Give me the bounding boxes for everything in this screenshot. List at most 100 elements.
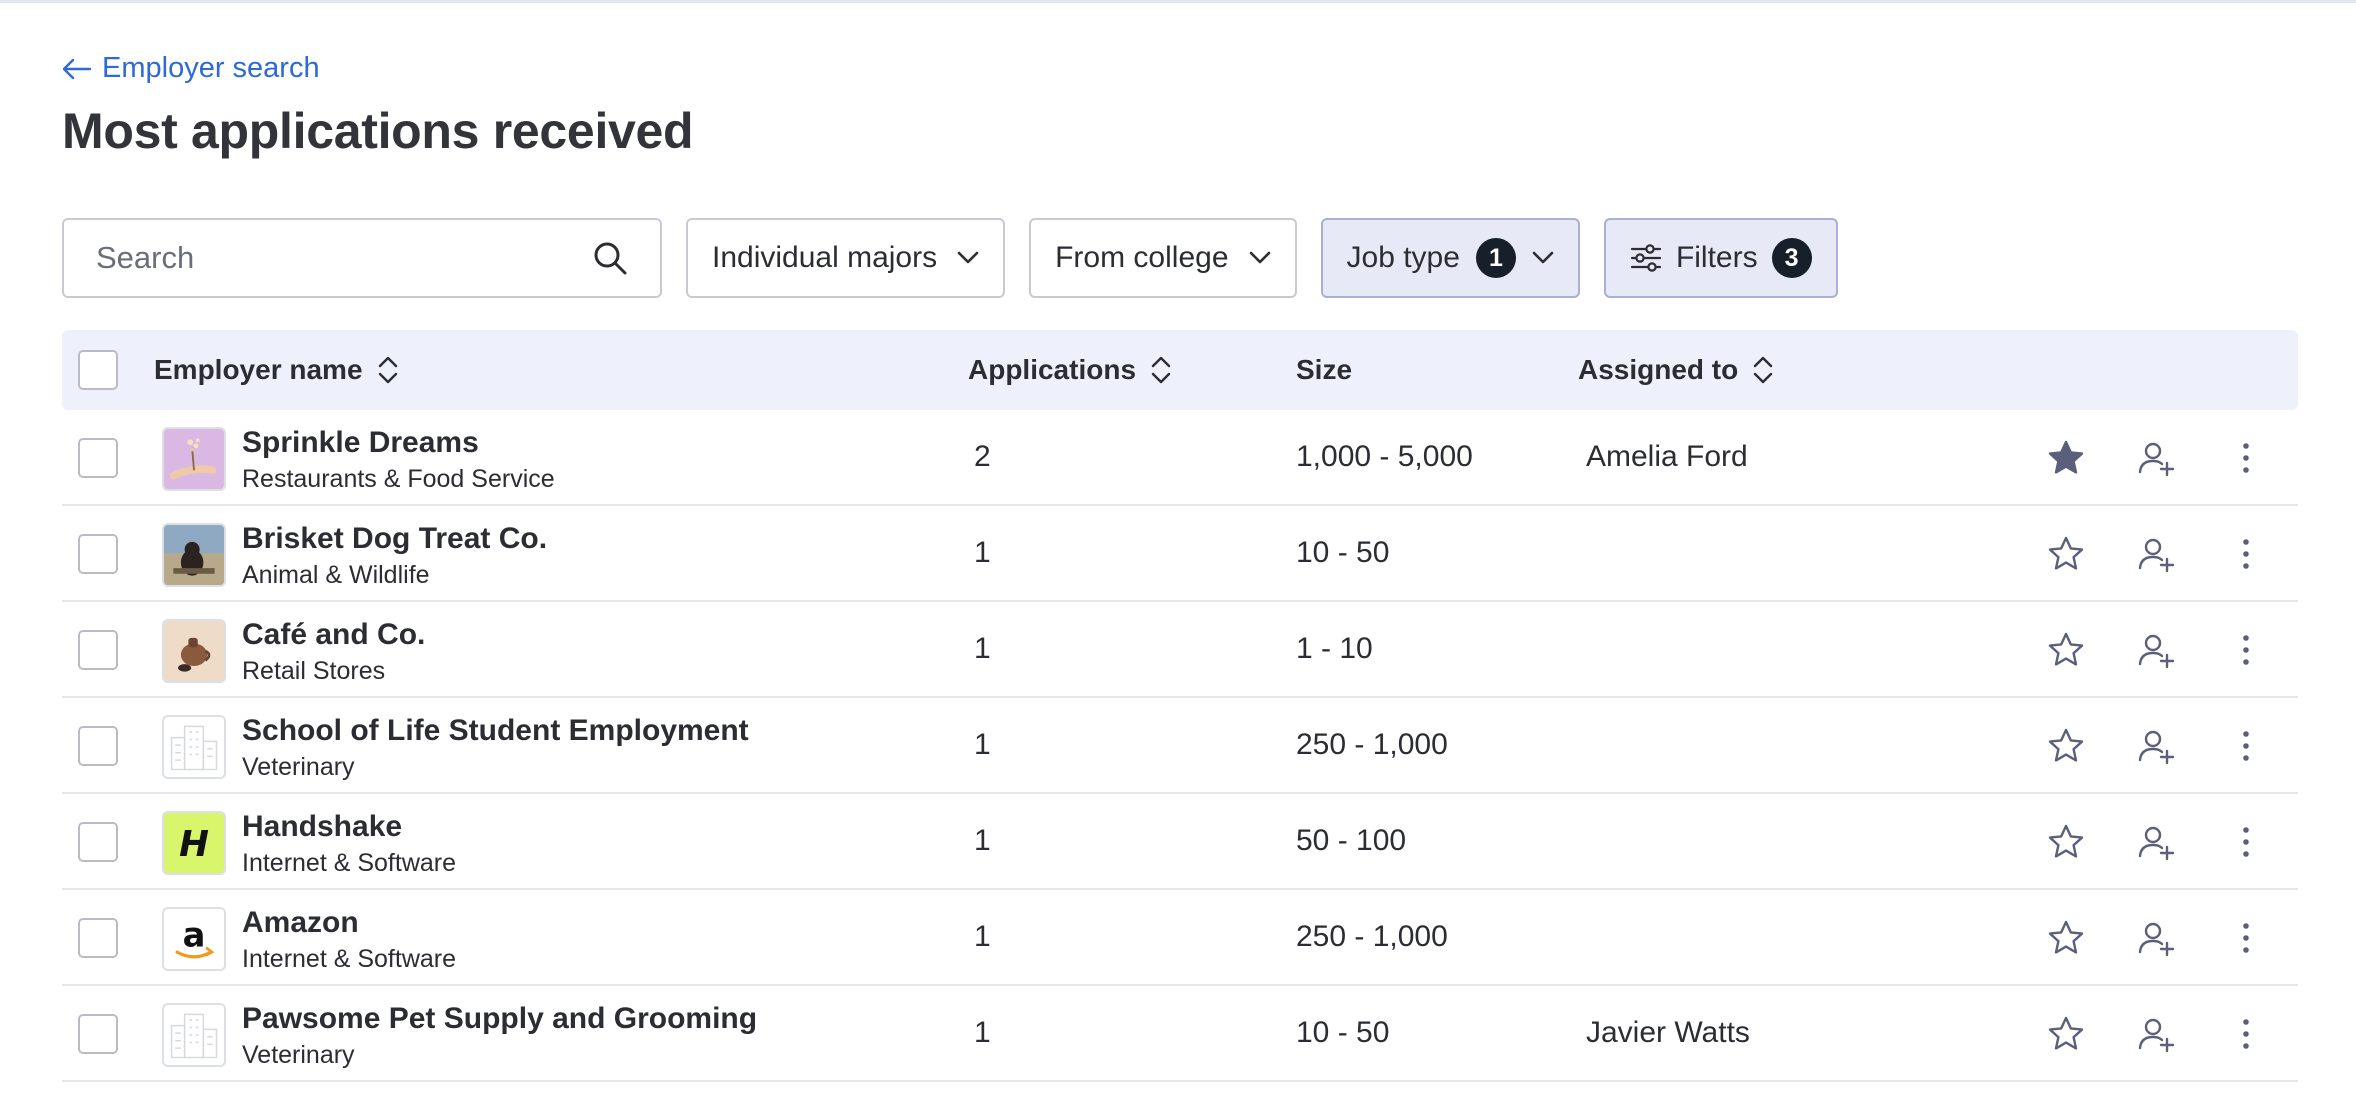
dog-photo-logo <box>164 525 224 585</box>
employer-logo <box>162 619 226 683</box>
assign-user-button[interactable] <box>2136 438 2176 478</box>
filters-button[interactable]: Filters 3 <box>1603 218 1838 298</box>
job-type-dropdown[interactable]: Job type 1 <box>1320 218 1580 298</box>
row-checkbox[interactable] <box>78 918 118 958</box>
favorite-button[interactable] <box>2046 1014 2086 1054</box>
employer-industry: Restaurants & Food Service <box>242 465 555 493</box>
chevron-down-icon <box>1249 251 1270 264</box>
table-row[interactable]: a Amazon Internet & Software 1 250 - 1,000 <box>62 890 2298 986</box>
star-outline-icon <box>2048 920 2084 954</box>
applications-count: 1 <box>974 536 991 569</box>
table-row[interactable]: H Handshake Internet & Software 1 50 - 100 <box>62 794 2298 890</box>
assign-user-button[interactable] <box>2136 726 2176 766</box>
handshake-logo: H <box>164 813 224 873</box>
more-actions-button[interactable] <box>2226 822 2266 862</box>
sprinkle-logo <box>164 429 224 489</box>
employer-logo: a <box>162 907 226 971</box>
search-box[interactable] <box>62 218 662 298</box>
employer-industry: Internet & Software <box>242 945 457 973</box>
employer-logo <box>162 427 226 491</box>
back-link[interactable]: Employer search <box>62 52 320 85</box>
column-header-label: Applications <box>968 354 1137 385</box>
sort-icon[interactable] <box>1150 355 1172 385</box>
filters-count-badge: 3 <box>1771 238 1812 278</box>
employer-industry: Animal & Wildlife <box>242 561 430 589</box>
table-header: Employer name Applications Size Assigned… <box>62 330 2298 410</box>
favorite-button[interactable] <box>2046 630 2086 670</box>
employer-logo: H <box>162 811 226 875</box>
employer-industry: Veterinary <box>242 1041 355 1069</box>
employer-industry: Veterinary <box>242 753 355 781</box>
row-checkbox[interactable] <box>78 726 118 766</box>
employer-name[interactable]: School of Life Student Employment <box>242 714 749 748</box>
more-actions-button[interactable] <box>2226 726 2266 766</box>
column-header-applications[interactable]: Applications <box>968 330 1172 410</box>
row-checkbox[interactable] <box>78 822 118 862</box>
building-placeholder-logo <box>164 717 224 777</box>
employer-logo <box>162 523 226 587</box>
table-row[interactable]: School of Life Student Employment Veterin… <box>62 698 2298 794</box>
search-icon[interactable] <box>592 240 628 276</box>
employer-logo <box>162 715 226 779</box>
search-input[interactable] <box>96 240 536 276</box>
row-checkbox[interactable] <box>78 438 118 478</box>
table-row[interactable]: Brisket Dog Treat Co. Animal & Wildlife 1 1… <box>62 506 2298 602</box>
row-checkbox[interactable] <box>78 1014 118 1054</box>
more-actions-button[interactable] <box>2226 630 2266 670</box>
employers-table: Employer name Applications Size Assigned… <box>62 330 2298 1082</box>
from-college-dropdown[interactable]: From college <box>1029 218 1297 298</box>
employer-name[interactable]: Amazon <box>242 906 359 940</box>
employer-name[interactable]: Café and Co. <box>242 618 425 652</box>
employer-name[interactable]: Handshake <box>242 810 402 844</box>
more-actions-button[interactable] <box>2226 438 2266 478</box>
favorite-button[interactable] <box>2046 726 2086 766</box>
assign-user-button[interactable] <box>2136 918 2176 958</box>
job-type-count-badge: 1 <box>1475 238 1516 278</box>
filter-toolbar: Individual majors From college Job type … <box>62 218 1838 298</box>
star-outline-icon <box>2048 536 2084 570</box>
individual-majors-dropdown[interactable]: Individual majors <box>686 218 1006 298</box>
applications-count: 1 <box>974 824 991 857</box>
employer-size: 10 - 50 <box>1296 536 1390 569</box>
favorite-button[interactable] <box>2046 534 2086 574</box>
applications-count: 1 <box>974 728 991 761</box>
employer-name[interactable]: Pawsome Pet Supply and Grooming <box>242 1002 757 1036</box>
more-vertical-icon <box>2243 539 2249 569</box>
more-actions-button[interactable] <box>2226 918 2266 958</box>
row-checkbox[interactable] <box>78 534 118 574</box>
favorite-button[interactable] <box>2046 438 2086 478</box>
add-user-icon <box>2138 922 2175 957</box>
assign-user-button[interactable] <box>2136 1014 2176 1054</box>
assign-user-button[interactable] <box>2136 630 2176 670</box>
from-college-label: From college <box>1055 241 1229 274</box>
more-vertical-icon <box>2243 635 2249 665</box>
back-link-label[interactable]: Employer search <box>102 52 320 85</box>
star-outline-icon <box>2048 632 2084 666</box>
sort-icon[interactable] <box>1752 355 1774 385</box>
assign-user-button[interactable] <box>2136 822 2176 862</box>
row-checkbox[interactable] <box>78 630 118 670</box>
column-header-assigned-to[interactable]: Assigned to <box>1578 330 1774 410</box>
favorite-button[interactable] <box>2046 918 2086 958</box>
add-user-icon <box>2138 1018 2175 1053</box>
table-row[interactable]: Sprinkle Dreams Restaurants & Food Servic… <box>62 410 2298 506</box>
more-vertical-icon <box>2243 443 2249 473</box>
employer-name[interactable]: Brisket Dog Treat Co. <box>242 522 547 556</box>
chevron-down-icon <box>1532 251 1554 264</box>
employer-size: 10 - 50 <box>1296 1016 1390 1049</box>
table-row[interactable]: Pawsome Pet Supply and Grooming Veterinar… <box>62 986 2298 1082</box>
select-all-checkbox[interactable] <box>78 350 118 390</box>
favorite-button[interactable] <box>2046 822 2086 862</box>
more-actions-button[interactable] <box>2226 534 2266 574</box>
more-vertical-icon <box>2243 827 2249 857</box>
assign-user-button[interactable] <box>2136 534 2176 574</box>
add-user-icon <box>2138 826 2175 861</box>
column-header-employer-name[interactable]: Employer name <box>154 330 399 410</box>
employer-name[interactable]: Sprinkle Dreams <box>242 426 479 460</box>
employer-size: 1 - 10 <box>1296 632 1373 665</box>
column-header-label: Size <box>1296 354 1353 385</box>
table-row[interactable]: Café and Co. Retail Stores 1 1 - 10 <box>62 602 2298 698</box>
employer-size: 50 - 100 <box>1296 824 1407 857</box>
sort-icon[interactable] <box>377 355 399 385</box>
more-actions-button[interactable] <box>2226 1014 2266 1054</box>
